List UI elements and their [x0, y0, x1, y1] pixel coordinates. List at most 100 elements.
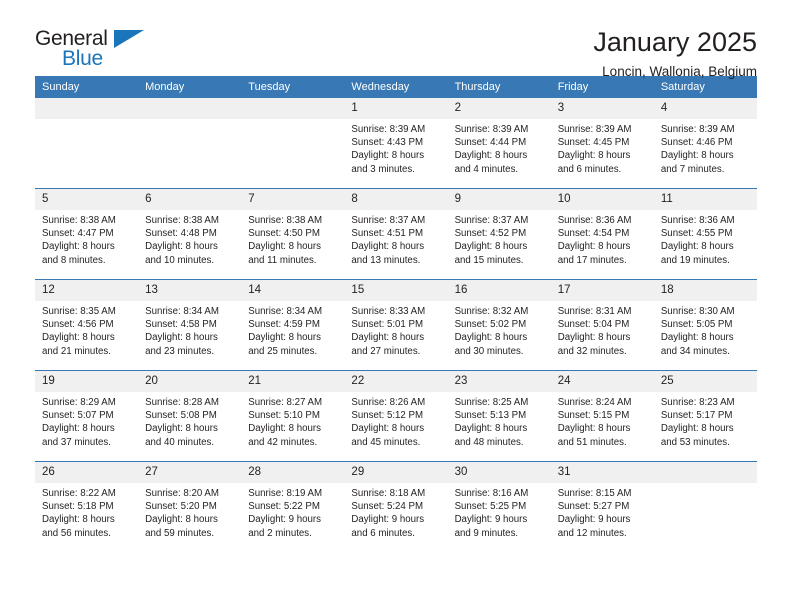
day-cell-content: 30 Sunrise: 8:16 AM Sunset: 5:25 PM Dayligh… — [447, 462, 551, 552]
calendar-day-cell[interactable]: 10 Sunrise: 8:36 AM Sunset: 4:54 PM Dayligh… — [550, 188, 654, 280]
calendar-day-cell[interactable]: 18 Sunrise: 8:30 AM Sunset: 5:05 PM Dayligh… — [653, 279, 757, 371]
calendar-day-cell[interactable]: 31 Sunrise: 8:15 AM Sunset: 5:27 PM Dayligh… — [550, 461, 654, 552]
calendar-day-cell[interactable]: 3 Sunrise: 8:39 AM Sunset: 4:45 PM Daylight… — [550, 98, 654, 189]
sunrise-text: Sunrise: 8:36 AM — [557, 215, 632, 226]
sunrise-text: Sunrise: 8:26 AM — [351, 397, 426, 408]
day-cell-content: 9 Sunrise: 8:37 AM Sunset: 4:52 PM Daylight… — [447, 189, 551, 279]
day-sun-info: Sunrise: 8:24 AM Sunset: 5:15 PM Daylight:… — [551, 392, 654, 449]
sunrise-text: Sunrise: 8:19 AM — [248, 488, 323, 499]
day-number: 15 — [344, 280, 448, 301]
daylight-text-line2: and 7 minutes. — [660, 163, 725, 175]
calendar-day-cell[interactable]: 9 Sunrise: 8:37 AM Sunset: 4:52 PM Daylight… — [447, 188, 551, 280]
calendar-day-cell[interactable]: 25 Sunrise: 8:23 AM Sunset: 5:17 PM Dayligh… — [653, 370, 757, 462]
sunrise-text: Sunrise: 8:34 AM — [248, 306, 323, 317]
calendar-day-cell[interactable] — [653, 461, 757, 552]
daylight-text-line1: Daylight: 8 hours — [248, 332, 321, 344]
daylight-text-line2: and 17 minutes. — [557, 254, 627, 266]
day-sun-info: Sunrise: 8:19 AM Sunset: 5:22 PM Daylight:… — [241, 483, 344, 540]
daylight-text-line1: Daylight: 8 hours — [145, 514, 218, 526]
sunrise-text: Sunrise: 8:33 AM — [351, 306, 426, 317]
day-number: 22 — [344, 371, 448, 392]
day-number: 10 — [550, 189, 654, 210]
daylight-text-line1: Daylight: 8 hours — [557, 423, 631, 435]
daylight-text-line1: Daylight: 8 hours — [454, 423, 528, 435]
day-cell-content: 14 Sunrise: 8:34 AM Sunset: 4:59 PM Dayligh… — [241, 280, 345, 370]
day-number — [653, 462, 757, 483]
calendar-day-cell[interactable] — [241, 98, 345, 189]
calendar-day-cell[interactable]: 28 Sunrise: 8:19 AM Sunset: 5:22 PM Dayligh… — [241, 461, 345, 552]
day-cell-content: 16 Sunrise: 8:32 AM Sunset: 5:02 PM Dayligh… — [447, 280, 551, 370]
daylight-text-line2: and 32 minutes. — [557, 345, 627, 357]
sunrise-text: Sunrise: 8:39 AM — [660, 124, 735, 135]
page-header: General Blue January 2025 Loncin, Wallon… — [35, 0, 757, 80]
calendar-day-cell[interactable]: 6 Sunrise: 8:38 AM Sunset: 4:48 PM Daylight… — [138, 188, 242, 280]
day-cell-content: 4 Sunrise: 8:39 AM Sunset: 4:46 PM Daylight… — [653, 98, 757, 188]
day-sun-info: Sunrise: 8:39 AM Sunset: 4:43 PM Daylight:… — [344, 119, 447, 176]
sunset-text: Sunset: 4:50 PM — [248, 228, 320, 240]
calendar-day-cell[interactable]: 21 Sunrise: 8:27 AM Sunset: 5:10 PM Dayligh… — [241, 370, 345, 462]
calendar-day-cell[interactable]: 23 Sunrise: 8:25 AM Sunset: 5:13 PM Dayligh… — [447, 370, 551, 462]
sunrise-text: Sunrise: 8:20 AM — [145, 488, 219, 499]
calendar-day-cell[interactable]: 29 Sunrise: 8:18 AM Sunset: 5:24 PM Dayligh… — [344, 461, 448, 552]
calendar-day-cell[interactable]: 5 Sunrise: 8:38 AM Sunset: 4:47 PM Daylight… — [35, 188, 139, 280]
daylight-text-line2: and 2 minutes. — [248, 527, 312, 539]
calendar-day-cell[interactable]: 26 Sunrise: 8:22 AM Sunset: 5:18 PM Dayligh… — [35, 461, 139, 552]
sunrise-text: Sunrise: 8:38 AM — [42, 215, 116, 226]
sunset-text: Sunset: 4:48 PM — [145, 228, 217, 240]
day-cell-content — [35, 98, 139, 188]
generalblue-logo[interactable]: General Blue — [35, 28, 147, 76]
daylight-text-line1: Daylight: 8 hours — [557, 241, 631, 253]
calendar-day-cell[interactable]: 24 Sunrise: 8:24 AM Sunset: 5:15 PM Dayligh… — [550, 370, 654, 462]
calendar-day-cell[interactable] — [35, 98, 139, 189]
day-cell-content: 29 Sunrise: 8:18 AM Sunset: 5:24 PM Dayligh… — [344, 462, 448, 552]
sunset-text: Sunset: 4:56 PM — [42, 319, 114, 331]
calendar-day-cell[interactable]: 22 Sunrise: 8:26 AM Sunset: 5:12 PM Dayligh… — [344, 370, 448, 462]
calendar-day-cell[interactable]: 8 Sunrise: 8:37 AM Sunset: 4:51 PM Daylight… — [344, 188, 448, 280]
daylight-text-line2: and 12 minutes. — [557, 527, 627, 539]
daylight-text-line2: and 9 minutes. — [454, 527, 519, 539]
calendar-day-cell[interactable]: 7 Sunrise: 8:38 AM Sunset: 4:50 PM Daylight… — [241, 188, 345, 280]
sunset-text: Sunset: 5:07 PM — [42, 410, 114, 422]
day-number: 5 — [35, 189, 139, 210]
calendar-day-cell[interactable]: 4 Sunrise: 8:39 AM Sunset: 4:46 PM Daylight… — [653, 98, 757, 189]
day-number — [241, 98, 345, 119]
day-sun-info — [35, 119, 138, 123]
calendar-day-cell[interactable]: 11 Sunrise: 8:36 AM Sunset: 4:55 PM Dayligh… — [653, 188, 757, 280]
daylight-text-line2: and 40 minutes. — [145, 436, 215, 448]
calendar-day-cell[interactable]: 19 Sunrise: 8:29 AM Sunset: 5:07 PM Dayligh… — [35, 370, 139, 462]
daylight-text-line1: Daylight: 8 hours — [351, 332, 425, 344]
day-cell-content — [241, 98, 345, 188]
calendar-day-cell[interactable]: 1 Sunrise: 8:39 AM Sunset: 4:43 PM Daylight… — [344, 98, 448, 189]
calendar-day-cell[interactable]: 13 Sunrise: 8:34 AM Sunset: 4:58 PM Dayligh… — [138, 279, 242, 371]
calendar-week-row: 12 Sunrise: 8:35 AM Sunset: 4:56 PM Dayligh… — [35, 279, 757, 371]
calendar-day-cell[interactable]: 15 Sunrise: 8:33 AM Sunset: 5:01 PM Dayligh… — [344, 279, 448, 371]
day-cell-content: 21 Sunrise: 8:27 AM Sunset: 5:10 PM Dayligh… — [241, 371, 345, 461]
calendar-day-cell[interactable]: 14 Sunrise: 8:34 AM Sunset: 4:59 PM Dayligh… — [241, 279, 345, 371]
day-number: 12 — [35, 280, 139, 301]
calendar-day-cell[interactable]: 27 Sunrise: 8:20 AM Sunset: 5:20 PM Dayligh… — [138, 461, 242, 552]
logo-text-blue: Blue — [62, 47, 103, 70]
calendar-day-cell[interactable]: 17 Sunrise: 8:31 AM Sunset: 5:04 PM Dayligh… — [550, 279, 654, 371]
sunset-text: Sunset: 4:59 PM — [248, 319, 320, 331]
daylight-text-line1: Daylight: 8 hours — [557, 332, 631, 344]
daylight-text-line2: and 4 minutes. — [454, 163, 519, 175]
calendar-body: 1 Sunrise: 8:39 AM Sunset: 4:43 PM Daylight… — [35, 98, 757, 552]
day-number: 28 — [241, 462, 345, 483]
sunrise-text: Sunrise: 8:22 AM — [42, 488, 116, 499]
day-sun-info: Sunrise: 8:23 AM Sunset: 5:17 PM Daylight:… — [654, 392, 757, 449]
sunset-text: Sunset: 4:44 PM — [454, 137, 527, 149]
calendar-day-cell[interactable]: 30 Sunrise: 8:16 AM Sunset: 5:25 PM Dayligh… — [447, 461, 551, 552]
daylight-text-line1: Daylight: 8 hours — [42, 332, 115, 344]
day-sun-info: Sunrise: 8:25 AM Sunset: 5:13 PM Daylight:… — [448, 392, 551, 449]
day-number: 30 — [447, 462, 551, 483]
calendar-day-cell[interactable] — [138, 98, 242, 189]
calendar-day-cell[interactable]: 12 Sunrise: 8:35 AM Sunset: 4:56 PM Dayligh… — [35, 279, 139, 371]
calendar-day-cell[interactable]: 2 Sunrise: 8:39 AM Sunset: 4:44 PM Daylight… — [447, 98, 551, 189]
day-cell-content: 7 Sunrise: 8:38 AM Sunset: 4:50 PM Daylight… — [241, 189, 345, 279]
calendar-day-cell[interactable]: 20 Sunrise: 8:28 AM Sunset: 5:08 PM Dayligh… — [138, 370, 242, 462]
day-sun-info — [138, 119, 241, 123]
sunrise-text: Sunrise: 8:39 AM — [454, 124, 529, 135]
calendar-day-cell[interactable]: 16 Sunrise: 8:32 AM Sunset: 5:02 PM Dayligh… — [447, 279, 551, 371]
day-number: 26 — [35, 462, 139, 483]
sunset-text: Sunset: 5:15 PM — [557, 410, 630, 422]
